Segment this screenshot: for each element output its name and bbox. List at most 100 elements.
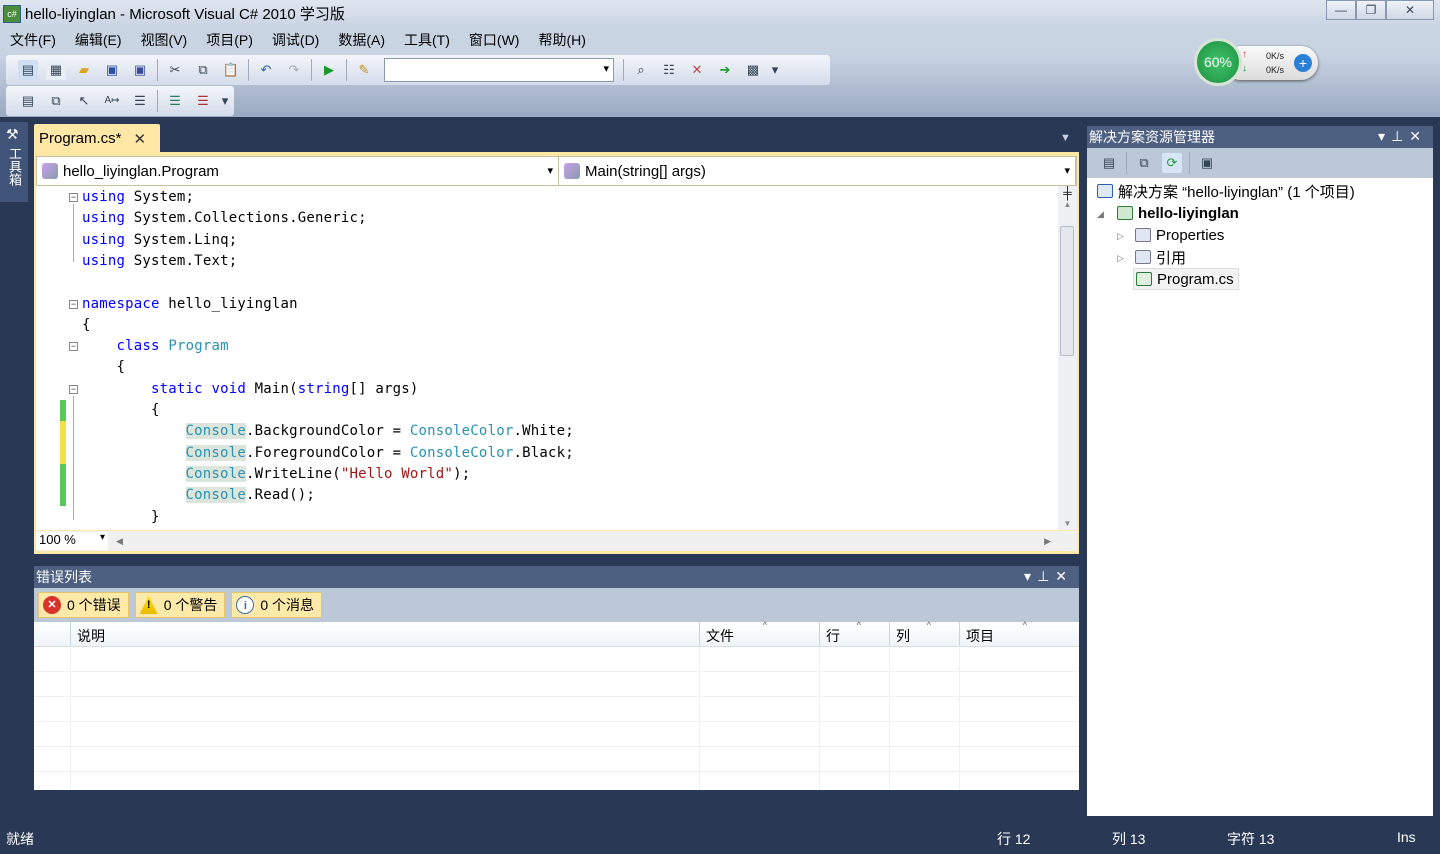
- minimize-button[interactable]: —: [1326, 0, 1356, 20]
- column-header-file[interactable]: 文件 ^: [699, 620, 819, 646]
- rename-icon[interactable]: A↦: [102, 91, 122, 111]
- messages-filter-button[interactable]: i 0 个消息: [231, 592, 323, 618]
- vertical-scrollbar[interactable]: ╪ ▲ ▼: [1058, 186, 1077, 530]
- param-info-icon[interactable]: ⧉: [46, 91, 66, 111]
- close-button[interactable]: ✕: [1386, 0, 1434, 20]
- expand-icon[interactable]: ▷: [1117, 253, 1124, 264]
- member-dropdown[interactable]: Main(string[] args): [559, 157, 1076, 185]
- menu-file[interactable]: 文件(F): [10, 30, 56, 50]
- network-speed-widget[interactable]: ↑ ↓ 0K/s 0K/s + 60%: [1194, 38, 1320, 86]
- scroll-up-icon[interactable]: ▲: [1058, 200, 1077, 209]
- split-handle-icon[interactable]: ╪: [1058, 186, 1077, 200]
- refresh-icon[interactable]: ⟳: [1162, 153, 1182, 173]
- code-line[interactable]: using System.Linq;: [82, 230, 237, 251]
- properties-icon[interactable]: ▤: [1099, 153, 1119, 173]
- add-item-icon[interactable]: ▦: [46, 60, 66, 80]
- warnings-filter-button[interactable]: ! 0 个警告: [134, 592, 226, 618]
- code-line[interactable]: Console.WriteLine("Hello World");: [82, 464, 470, 485]
- zoom-dropdown[interactable]: 100 %: [36, 532, 108, 550]
- code-line[interactable]: {: [82, 357, 125, 378]
- find-in-files-icon[interactable]: ✎: [354, 60, 374, 80]
- redo-icon[interactable]: ↷: [284, 60, 304, 80]
- tree-program-cs[interactable]: Program.cs: [1133, 268, 1239, 290]
- copy-icon[interactable]: ⧉: [193, 60, 213, 80]
- code-area[interactable]: using System; using System.Collections.Ge…: [36, 186, 1058, 530]
- start-debug-icon[interactable]: ▶: [319, 60, 339, 80]
- collapse-region-icon[interactable]: −: [69, 193, 78, 202]
- code-line[interactable]: {: [82, 315, 91, 336]
- column-header-line[interactable]: 行 ^: [819, 620, 889, 646]
- pin-icon[interactable]: ⊥: [1037, 568, 1055, 584]
- menu-window[interactable]: 窗口(W): [469, 30, 520, 50]
- menu-data[interactable]: 数据(A): [338, 30, 385, 50]
- code-line[interactable]: {: [82, 400, 160, 421]
- tools-icon[interactable]: ✕: [687, 60, 707, 80]
- object-browser-icon[interactable]: ⌕: [631, 60, 651, 80]
- comment-icon[interactable]: ☰: [165, 91, 185, 111]
- class-dropdown[interactable]: hello_liyinglan.Program: [37, 157, 559, 185]
- menu-help[interactable]: 帮助(H): [538, 30, 585, 50]
- pin-icon[interactable]: ⊥: [1391, 128, 1409, 144]
- extension-icon[interactable]: ▩: [743, 60, 763, 80]
- code-line[interactable]: Console.BackgroundColor = ConsoleColor.W…: [82, 421, 574, 442]
- outdent-icon[interactable]: ☰: [130, 91, 150, 111]
- code-line[interactable]: using System.Collections.Generic;: [82, 208, 367, 229]
- collapse-region-icon[interactable]: −: [69, 299, 78, 309]
- start-page-icon[interactable]: ➔: [715, 60, 735, 80]
- code-line[interactable]: Console.Read();: [82, 485, 315, 506]
- scroll-right-icon[interactable]: ▶: [1044, 536, 1051, 547]
- new-project-icon[interactable]: ▤: [18, 60, 38, 80]
- menu-project[interactable]: 项目(P): [206, 30, 253, 50]
- column-header-icon[interactable]: [34, 622, 70, 646]
- uncomment-icon[interactable]: ☰: [193, 91, 213, 111]
- toolbox-tab[interactable]: ⚒ 工具箱: [0, 122, 28, 202]
- maximize-button[interactable]: ❐: [1356, 0, 1386, 20]
- paste-icon[interactable]: 📋: [221, 60, 241, 80]
- view-class-diagram-icon[interactable]: ▣: [1197, 153, 1217, 173]
- find-combo[interactable]: [384, 58, 614, 82]
- tree-properties[interactable]: Properties: [1135, 224, 1224, 246]
- scroll-thumb[interactable]: [1060, 226, 1074, 356]
- open-file-icon[interactable]: ▰: [74, 60, 94, 80]
- tree-solution[interactable]: 解决方案 “hello-liyinglan” (1 个项目): [1097, 180, 1355, 202]
- column-header-description[interactable]: 说明: [70, 622, 699, 646]
- collapse-region-icon[interactable]: −: [69, 342, 78, 352]
- plus-icon[interactable]: +: [1294, 54, 1312, 72]
- code-line[interactable]: static void Main(string[] args): [82, 379, 419, 400]
- code-line[interactable]: Console.ForegroundColor = ConsoleColor.B…: [82, 443, 574, 464]
- close-icon[interactable]: ✕: [1055, 568, 1073, 584]
- column-header-column[interactable]: 列 ^: [889, 620, 959, 646]
- tree-references[interactable]: 引用: [1135, 246, 1186, 268]
- close-tab-icon[interactable]: ✕: [134, 130, 147, 148]
- collapse-region-icon[interactable]: −: [69, 384, 78, 394]
- save-all-icon[interactable]: ▣: [130, 60, 150, 80]
- code-line[interactable]: using System.Text;: [82, 251, 237, 272]
- word-complete-icon[interactable]: ↖: [74, 91, 94, 111]
- collapse-icon[interactable]: ◢: [1097, 209, 1104, 220]
- scroll-left-icon[interactable]: ◀: [116, 536, 123, 547]
- scroll-down-icon[interactable]: ▼: [1058, 519, 1077, 528]
- expand-icon[interactable]: ▷: [1117, 231, 1124, 242]
- errors-filter-button[interactable]: ✕ 0 个错误: [38, 592, 129, 618]
- menu-view[interactable]: 视图(V): [141, 30, 188, 50]
- tab-program-cs[interactable]: Program.cs* ✕: [34, 124, 160, 153]
- tab-list-dropdown-icon[interactable]: ▼: [1060, 132, 1071, 144]
- undo-icon[interactable]: ↶: [256, 60, 276, 80]
- column-header-project[interactable]: 项目 ^: [959, 620, 1079, 646]
- menu-edit[interactable]: 编辑(E): [75, 30, 122, 50]
- menu-tools[interactable]: 工具(T): [404, 30, 450, 50]
- dropdown-icon[interactable]: ▾: [1378, 128, 1391, 144]
- code-line[interactable]: using System;: [82, 187, 194, 208]
- dropdown-icon[interactable]: ▾: [1024, 568, 1037, 584]
- code-line[interactable]: namespace hello_liyinglan: [82, 294, 298, 315]
- code-line[interactable]: class Program: [82, 336, 229, 357]
- menu-debug[interactable]: 调试(D): [272, 30, 319, 50]
- toolbar-options-icon[interactable]: ▾: [221, 91, 229, 111]
- tree-project[interactable]: hello-liyinglan: [1117, 202, 1239, 224]
- properties-icon[interactable]: ☷: [659, 60, 679, 80]
- cut-icon[interactable]: ✂: [165, 60, 185, 80]
- show-all-files-icon[interactable]: ⧉: [1134, 153, 1154, 173]
- code-line[interactable]: }: [82, 507, 160, 528]
- save-icon[interactable]: ▣: [102, 60, 122, 80]
- quick-info-icon[interactable]: ▤: [18, 91, 38, 111]
